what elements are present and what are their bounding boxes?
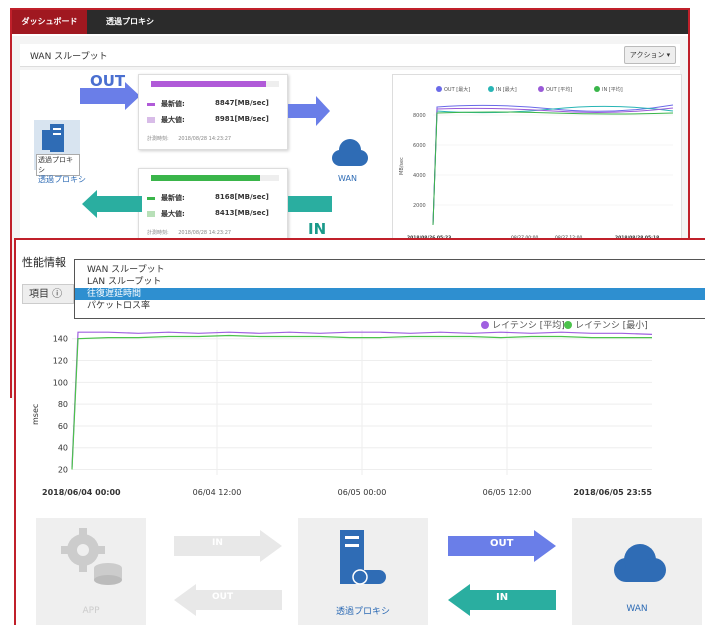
action-button[interactable]: アクション ▾ [624, 46, 676, 64]
wan-legend-2: OUT [平均] [546, 86, 572, 93]
out-progress-bar [151, 81, 279, 87]
in-card: 最新値: 8168[MB/sec] 最大値: 8413[MB/sec] 計測時刻: … [138, 168, 288, 244]
x-tick-label: 2018/06/04 00:00 [42, 488, 121, 497]
x-tick-label: 2018/06/05 23:55 [573, 488, 652, 497]
out-timestamp: 計測時刻: 2018/08/28 14:23:27 [147, 136, 232, 142]
performance-window: 性能情報 項目 ⓘ WAN スループット LAN スループット 往復遅延時間 パ… [14, 238, 705, 625]
dropdown-item-packetloss[interactable]: パケットロス率 [75, 300, 705, 312]
in-timestamp: 計測時刻: 2018/08/28 14:23:27 [147, 230, 232, 236]
metric-dropdown[interactable]: WAN スループット LAN スループット 往復遅延時間 パケットロス率 [74, 259, 705, 319]
cloud-icon [332, 139, 368, 166]
wan-ytick-1: 6000 [413, 143, 426, 149]
tab-dashboard[interactable]: ダッシュボード [12, 10, 87, 34]
wan-ytick-2: 4000 [413, 173, 426, 179]
dropdown-item-wan[interactable]: WAN スループット [75, 264, 705, 276]
wan-chart-svg: OUT [最大] IN [最大] OUT [平均] IN [平均] MB/sec… [399, 86, 674, 241]
out-arrow-right [288, 96, 330, 126]
in-max-row: 最大値: 8413[MB/sec] [147, 209, 269, 219]
y-tick-label: 80 [58, 400, 68, 409]
in-progress-bar [151, 175, 279, 181]
cloud-icon [614, 544, 666, 582]
flow-in-label: IN [212, 538, 223, 548]
wan-ylabel: MB/sec [399, 157, 405, 175]
legend-min: レイテンシ [最小] [575, 320, 648, 331]
x-tick-label: 06/05 00:00 [338, 488, 387, 497]
legend-swatch-min [564, 321, 572, 329]
wan-header: WAN スループット アクション ▾ [20, 44, 680, 67]
x-tick-label: 06/04 12:00 [193, 488, 242, 497]
y-tick-label: 20 [58, 466, 68, 475]
proxy-label: 透過プロキシ [38, 175, 86, 184]
wan-legend-1: IN [最大] [496, 86, 517, 93]
dropdown-item-lan[interactable]: LAN スループット [75, 276, 705, 288]
wan-flow-box: WAN [572, 518, 702, 625]
tab-transparent-proxy[interactable]: 透過プロキシ [90, 10, 170, 34]
wan-legend-0: OUT [最大] [444, 86, 470, 93]
app-label: APP [82, 606, 100, 616]
y-tick-label: 120 [53, 357, 68, 366]
x-tick-label: 06/05 12:00 [483, 488, 532, 497]
chart-ylabel: msec [31, 404, 40, 425]
proxy-box: 透過プロキシ [34, 120, 80, 176]
wan-flow-label: WAN [626, 604, 648, 614]
perf-title: 性能情報 [22, 256, 66, 269]
gear-db-icon [61, 528, 122, 585]
legend-swatch-avg [481, 321, 489, 329]
legend-avg: レイテンシ [平均] [492, 319, 565, 331]
latency-chart: レイテンシ [平均] レイテンシ [最小] msec 140 120 100 80 60… [31, 319, 652, 497]
wan-chart: OUT [最大] IN [最大] OUT [平均] IN [平均] MB/sec… [392, 74, 682, 244]
proxy-badge: 透過プロキシ [36, 154, 80, 176]
wan-ytick-0: 8000 [413, 113, 426, 119]
tab-bar: ダッシュボード 透過プロキシ [12, 10, 688, 34]
y-tick-label: 100 [53, 378, 68, 387]
in-arrow-right [288, 196, 332, 212]
server-icon [340, 530, 386, 585]
y-tick-label: 40 [58, 444, 68, 453]
app-box: APP [36, 518, 146, 625]
flow-in-arrow [174, 530, 282, 562]
wan-body: OUT 透過プロキシ 透過プロキシ 最新値: 8847[MB/sec] 最大値: 8… [20, 70, 682, 244]
y-tick-label: 140 [53, 335, 68, 344]
in-arrow [82, 190, 142, 218]
wan-title: WAN スループット [30, 52, 108, 62]
in-latest-row: 最新値: 8168[MB/sec] [147, 193, 269, 203]
proxy-flow-label: 透過プロキシ [335, 607, 390, 617]
out-label: OUT [90, 72, 126, 90]
wan-label: WAN [338, 174, 357, 183]
wan-legend-3: IN [平均] [602, 86, 623, 93]
flow-out-label: OUT [212, 592, 234, 602]
out-card: 最新値: 8847[MB/sec] 最大値: 8981[MB/sec] 計測時刻: … [138, 74, 288, 150]
out-max-row: 最大値: 8981[MB/sec] [147, 115, 269, 125]
wan-ytick-3: 2000 [413, 203, 426, 209]
flow-in2-label: IN [496, 592, 509, 603]
proxy-flow-box: 透過プロキシ [298, 518, 428, 625]
in-label: IN [308, 220, 327, 238]
out-latest-row: 最新値: 8847[MB/sec] [147, 99, 269, 109]
item-select[interactable]: 項目 ⓘ [22, 284, 74, 304]
flow-out2-label: OUT [490, 538, 514, 549]
dropdown-item-rtt[interactable]: 往復遅延時間 [75, 288, 705, 300]
y-tick-label: 60 [58, 422, 68, 431]
